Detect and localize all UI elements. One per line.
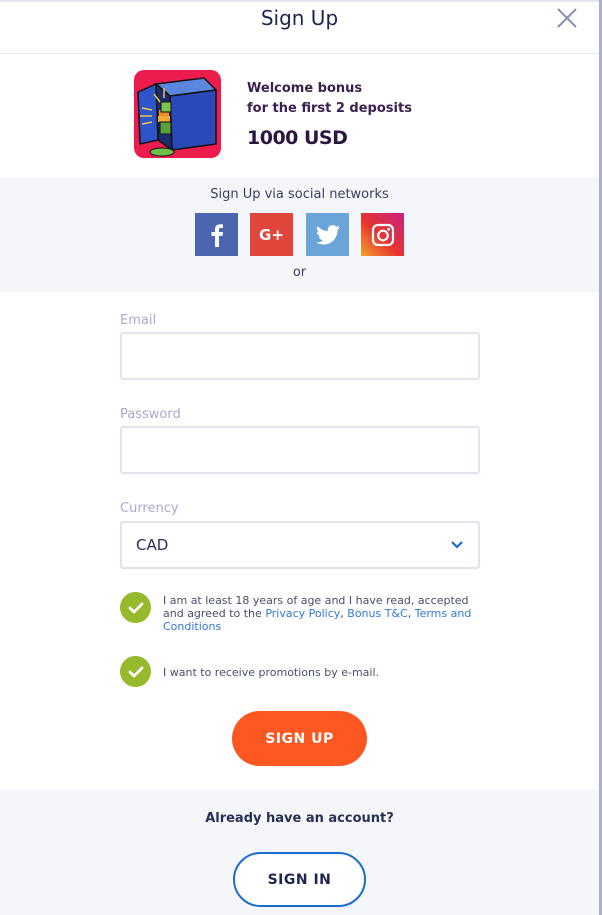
currency-label: Currency: [120, 501, 179, 516]
twitter-icon: [315, 224, 340, 244]
close-icon[interactable]: [556, 7, 578, 29]
bonus-tc-link[interactable]: Bonus T&C: [347, 607, 407, 620]
facebook-icon: [211, 223, 223, 247]
twitter-button[interactable]: [306, 213, 349, 256]
password-input[interactable]: [120, 426, 480, 474]
promotions-checkbox[interactable]: [120, 656, 151, 687]
sign-in-button[interactable]: SIGN IN: [233, 852, 366, 907]
terms-text: I am at least 18 years of age and I have…: [163, 594, 483, 633]
modal-title: Sign Up: [260, 6, 339, 30]
or-divider: or: [292, 265, 307, 280]
instagram-button[interactable]: [361, 213, 404, 256]
sign-up-button[interactable]: SIGN UP: [232, 711, 367, 766]
welcome-bonus: Welcome bonus for the first 2 deposits 1…: [0, 54, 599, 178]
bonus-line-2: for the first 2 deposits: [247, 101, 412, 116]
email-input[interactable]: [120, 332, 480, 380]
chevron-down-icon: [451, 541, 463, 549]
google-plus-icon: G+: [259, 225, 284, 244]
currency-select[interactable]: CAD: [120, 521, 480, 569]
social-signup: Sign Up via social networks G+ or: [0, 178, 599, 292]
bonus-amount: 1000 USD: [247, 127, 348, 149]
terms-checkbox[interactable]: [120, 592, 151, 623]
bonus-line-1: Welcome bonus: [247, 81, 363, 96]
promotions-text: I want to receive promotions by e-mail.: [163, 666, 380, 679]
google-plus-button[interactable]: G+: [250, 213, 293, 256]
safe-illustration: [134, 70, 221, 158]
modal-header: Sign Up: [0, 0, 599, 54]
checkmark-icon: [128, 666, 143, 677]
password-label: Password: [120, 407, 181, 422]
checkmark-icon: [128, 602, 143, 613]
social-title: Sign Up via social networks: [210, 187, 389, 202]
instagram-icon: [371, 223, 394, 246]
facebook-button[interactable]: [195, 213, 238, 256]
already-account-text: Already have an account?: [205, 811, 394, 826]
privacy-policy-link[interactable]: Privacy Policy: [265, 607, 340, 620]
currency-value: CAD: [136, 536, 169, 554]
footer: Already have an account? SIGN IN: [0, 790, 599, 915]
separator: ,: [407, 607, 415, 620]
email-label: Email: [120, 313, 157, 328]
